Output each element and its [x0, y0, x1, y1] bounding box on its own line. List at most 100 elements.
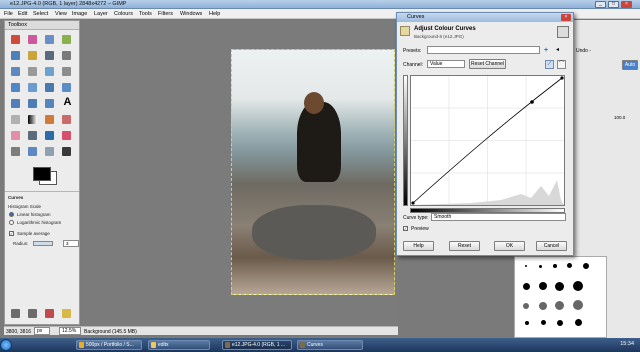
log-histogram-radio[interactable] [9, 220, 14, 225]
pencil-icon[interactable] [45, 115, 54, 124]
smudge-icon[interactable] [45, 147, 54, 156]
brush-dot[interactable] [539, 265, 542, 268]
brush-dot[interactable] [539, 302, 547, 310]
curves-close-button[interactable]: × [561, 14, 571, 21]
brush-dot[interactable] [523, 303, 529, 309]
move-icon[interactable] [45, 67, 54, 76]
paintbrush-icon[interactable] [62, 115, 71, 124]
menu-filters[interactable]: Filters [158, 11, 173, 17]
paths-icon[interactable] [45, 51, 54, 60]
scissors-icon[interactable] [28, 51, 37, 60]
free-select-icon[interactable] [45, 35, 54, 44]
menu-view[interactable]: View [55, 11, 67, 17]
maximize-button[interactable]: □ [608, 1, 619, 8]
color-picker-icon[interactable] [62, 51, 71, 60]
blur-icon[interactable] [28, 147, 37, 156]
channel-dropdown[interactable]: Value [427, 60, 465, 68]
dodge-burn-icon[interactable] [62, 147, 71, 156]
preset-menu-icon[interactable]: ◂ [556, 47, 564, 54]
airbrush-icon[interactable] [28, 131, 37, 140]
delete-options-icon[interactable] [45, 309, 54, 318]
auto-button[interactable]: Auto [622, 60, 638, 70]
taskbar-clock[interactable]: 15:34 [620, 341, 634, 347]
reset-button[interactable]: Reset [449, 241, 480, 251]
perspective-icon[interactable] [11, 99, 20, 108]
linear-scale-icon[interactable]: ⟋ [545, 60, 554, 69]
brush-dot[interactable] [523, 283, 530, 290]
brush-dot[interactable] [553, 264, 557, 268]
brush-dot[interactable] [539, 282, 547, 290]
menu-windows[interactable]: Windows [180, 11, 202, 17]
help-button[interactable]: Help [403, 241, 434, 251]
radius-slider[interactable] [33, 241, 53, 246]
menu-image[interactable]: Image [72, 11, 87, 17]
brush-dot[interactable] [541, 320, 546, 325]
taskbar-item-folder[interactable]: editx [148, 340, 210, 350]
minimize-button[interactable]: _ [595, 1, 606, 8]
presets-dropdown[interactable] [427, 46, 540, 54]
brush-dot[interactable] [583, 263, 589, 269]
fuzzy-select-icon[interactable] [62, 35, 71, 44]
save-options-icon[interactable] [11, 309, 20, 318]
log-scale-icon[interactable]: ⌒ [557, 60, 566, 69]
scale-icon[interactable] [45, 83, 54, 92]
reset-options-icon[interactable] [62, 309, 71, 318]
menu-tools[interactable]: Tools [139, 11, 152, 17]
rotate-icon[interactable] [28, 83, 37, 92]
curve-point-end[interactable] [560, 76, 564, 80]
taskbar-item-browser[interactable]: 500px / Portfolio / S... [76, 340, 142, 350]
text-tool-icon[interactable]: A [62, 97, 73, 108]
brush-dot[interactable] [555, 282, 564, 291]
brush-dot[interactable] [525, 265, 527, 267]
preview-checkbox[interactable]: ✓ [403, 226, 408, 231]
close-button[interactable]: × [621, 1, 632, 8]
linear-histogram-radio[interactable] [9, 212, 14, 217]
color-select-icon[interactable] [11, 51, 20, 60]
taskbar-item-gimp[interactable]: e12.JPG-4.0 (RGB, 1 ... [222, 340, 292, 350]
align-icon[interactable] [62, 67, 71, 76]
menu-edit[interactable]: Edit [18, 11, 27, 17]
foreground-color-swatch[interactable] [33, 167, 51, 181]
blend-icon[interactable] [28, 115, 37, 124]
menu-file[interactable]: File [4, 11, 13, 17]
ok-button[interactable]: OK [494, 241, 525, 251]
ink-icon[interactable] [45, 131, 54, 140]
reset-channel-button[interactable]: Reset Channel [469, 59, 506, 69]
heal-icon[interactable] [62, 131, 71, 140]
image-canvas[interactable] [231, 49, 395, 295]
menu-layer[interactable]: Layer [94, 11, 108, 17]
clone-icon[interactable] [11, 147, 20, 156]
cage-icon[interactable] [45, 99, 54, 108]
brush-dot[interactable] [525, 321, 529, 325]
brush-dot[interactable] [573, 281, 583, 291]
rect-select-icon[interactable] [11, 35, 20, 44]
crop-icon[interactable] [11, 83, 20, 92]
menu-help[interactable]: Help [209, 11, 220, 17]
ellipse-select-icon[interactable] [28, 35, 37, 44]
zoom-icon[interactable] [11, 67, 20, 76]
zoom-selector[interactable]: 12.5% [59, 327, 81, 335]
brush-dot[interactable] [567, 263, 572, 268]
add-preset-icon[interactable]: + [544, 47, 552, 54]
brush-dot[interactable] [557, 320, 563, 326]
cancel-button[interactable]: Cancel [536, 241, 567, 251]
sample-average-checkbox[interactable]: ✓ [9, 231, 14, 236]
undo-tab-label[interactable]: Undo - [576, 48, 591, 54]
unit-selector[interactable]: px [34, 327, 50, 335]
brush-dot[interactable] [573, 300, 583, 310]
curves-graph[interactable] [410, 75, 565, 206]
bucket-fill-icon[interactable] [11, 115, 20, 124]
flip-icon[interactable] [28, 99, 37, 108]
brush-dot[interactable] [575, 319, 582, 326]
measure-icon[interactable] [28, 67, 37, 76]
radius-field[interactable]: 3 [63, 240, 79, 247]
curve-type-dropdown[interactable]: Smooth [431, 213, 566, 221]
menu-colours[interactable]: Colours [114, 11, 133, 17]
curve-point-start[interactable] [411, 201, 415, 205]
menu-select[interactable]: Select [33, 11, 48, 17]
restore-options-icon[interactable] [28, 309, 37, 318]
start-button[interactable] [0, 339, 12, 351]
curve-point-mid[interactable] [530, 100, 534, 104]
eraser-icon[interactable] [11, 131, 20, 140]
brush-dot[interactable] [555, 301, 564, 310]
